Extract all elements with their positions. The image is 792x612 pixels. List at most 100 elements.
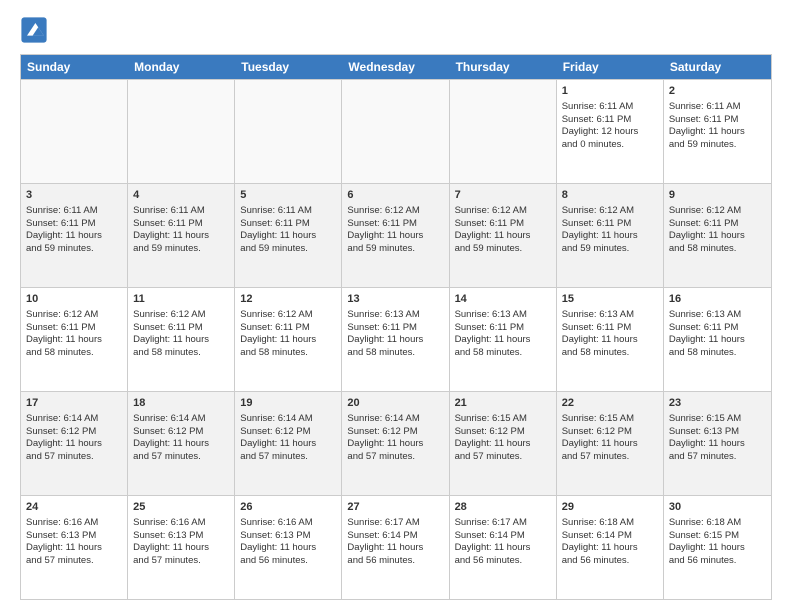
day-info-line: and 59 minutes.: [26, 243, 122, 256]
day-cell: 27Sunrise: 6:17 AMSunset: 6:14 PMDayligh…: [342, 496, 449, 599]
day-info-line: Sunset: 6:11 PM: [133, 322, 229, 335]
page: SundayMondayTuesdayWednesdayThursdayFrid…: [0, 0, 792, 612]
header-day-saturday: Saturday: [664, 55, 771, 79]
day-number: 25: [133, 500, 229, 515]
day-info-line: Daylight: 11 hours: [26, 230, 122, 243]
day-info-line: Sunrise: 6:13 AM: [347, 309, 443, 322]
day-cell: 5Sunrise: 6:11 AMSunset: 6:11 PMDaylight…: [235, 184, 342, 287]
day-info-line: and 58 minutes.: [133, 347, 229, 360]
day-info-line: Sunset: 6:11 PM: [669, 218, 766, 231]
day-info-line: Sunset: 6:11 PM: [240, 218, 336, 231]
header-day-wednesday: Wednesday: [342, 55, 449, 79]
day-info-line: Sunset: 6:11 PM: [669, 322, 766, 335]
day-info-line: Sunrise: 6:12 AM: [133, 309, 229, 322]
day-info-line: Sunset: 6:11 PM: [133, 218, 229, 231]
day-number: 5: [240, 188, 336, 203]
day-cell: 26Sunrise: 6:16 AMSunset: 6:13 PMDayligh…: [235, 496, 342, 599]
day-info-line: Sunrise: 6:16 AM: [26, 517, 122, 530]
day-number: 18: [133, 396, 229, 411]
day-info-line: and 56 minutes.: [347, 555, 443, 568]
day-cell: 4Sunrise: 6:11 AMSunset: 6:11 PMDaylight…: [128, 184, 235, 287]
day-info-line: Daylight: 11 hours: [669, 542, 766, 555]
day-info-line: Sunrise: 6:16 AM: [133, 517, 229, 530]
day-info-line: Daylight: 11 hours: [240, 438, 336, 451]
day-cell: 2Sunrise: 6:11 AMSunset: 6:11 PMDaylight…: [664, 80, 771, 183]
day-number: 27: [347, 500, 443, 515]
day-info-line: Sunrise: 6:12 AM: [562, 205, 658, 218]
day-info-line: Sunset: 6:14 PM: [455, 530, 551, 543]
day-info-line: Sunset: 6:11 PM: [562, 114, 658, 127]
day-info-line: and 56 minutes.: [562, 555, 658, 568]
day-cell: [21, 80, 128, 183]
day-number: 6: [347, 188, 443, 203]
day-cell: 28Sunrise: 6:17 AMSunset: 6:14 PMDayligh…: [450, 496, 557, 599]
day-info-line: Sunset: 6:11 PM: [26, 322, 122, 335]
day-info-line: Sunrise: 6:14 AM: [133, 413, 229, 426]
day-number: 8: [562, 188, 658, 203]
day-info-line: Sunset: 6:11 PM: [562, 322, 658, 335]
day-number: 26: [240, 500, 336, 515]
day-info-line: Sunrise: 6:12 AM: [26, 309, 122, 322]
day-cell: 16Sunrise: 6:13 AMSunset: 6:11 PMDayligh…: [664, 288, 771, 391]
day-info-line: Sunset: 6:11 PM: [26, 218, 122, 231]
day-info-line: Daylight: 11 hours: [347, 542, 443, 555]
day-info-line: and 57 minutes.: [455, 451, 551, 464]
day-info-line: Daylight: 11 hours: [133, 438, 229, 451]
day-info-line: Sunrise: 6:12 AM: [669, 205, 766, 218]
day-cell: [342, 80, 449, 183]
day-number: 2: [669, 84, 766, 99]
day-info-line: Sunset: 6:13 PM: [26, 530, 122, 543]
header-day-sunday: Sunday: [21, 55, 128, 79]
day-number: 4: [133, 188, 229, 203]
day-info-line: Sunset: 6:11 PM: [455, 218, 551, 231]
day-cell: 20Sunrise: 6:14 AMSunset: 6:12 PMDayligh…: [342, 392, 449, 495]
day-info-line: and 57 minutes.: [347, 451, 443, 464]
day-info-line: Sunset: 6:13 PM: [133, 530, 229, 543]
week-5: 24Sunrise: 6:16 AMSunset: 6:13 PMDayligh…: [21, 495, 771, 599]
day-info-line: Sunrise: 6:13 AM: [669, 309, 766, 322]
day-cell: 12Sunrise: 6:12 AMSunset: 6:11 PMDayligh…: [235, 288, 342, 391]
day-info-line: Sunset: 6:12 PM: [133, 426, 229, 439]
day-info-line: Sunset: 6:13 PM: [669, 426, 766, 439]
day-number: 19: [240, 396, 336, 411]
day-info-line: Sunrise: 6:13 AM: [455, 309, 551, 322]
day-info-line: and 57 minutes.: [240, 451, 336, 464]
day-cell: 23Sunrise: 6:15 AMSunset: 6:13 PMDayligh…: [664, 392, 771, 495]
day-info-line: and 59 minutes.: [455, 243, 551, 256]
header-day-thursday: Thursday: [450, 55, 557, 79]
day-cell: [128, 80, 235, 183]
day-info-line: Sunrise: 6:18 AM: [669, 517, 766, 530]
day-cell: [235, 80, 342, 183]
week-3: 10Sunrise: 6:12 AMSunset: 6:11 PMDayligh…: [21, 287, 771, 391]
calendar-header: SundayMondayTuesdayWednesdayThursdayFrid…: [21, 55, 771, 79]
logo: [20, 16, 52, 44]
day-info-line: and 59 minutes.: [562, 243, 658, 256]
day-info-line: Daylight: 11 hours: [26, 542, 122, 555]
day-number: 3: [26, 188, 122, 203]
day-info-line: and 57 minutes.: [133, 451, 229, 464]
logo-icon: [20, 16, 48, 44]
day-cell: 13Sunrise: 6:13 AMSunset: 6:11 PMDayligh…: [342, 288, 449, 391]
day-info-line: Sunset: 6:11 PM: [347, 322, 443, 335]
day-info-line: Sunrise: 6:11 AM: [669, 101, 766, 114]
day-info-line: Daylight: 11 hours: [562, 334, 658, 347]
day-info-line: and 56 minutes.: [240, 555, 336, 568]
day-cell: 3Sunrise: 6:11 AMSunset: 6:11 PMDaylight…: [21, 184, 128, 287]
day-cell: 6Sunrise: 6:12 AMSunset: 6:11 PMDaylight…: [342, 184, 449, 287]
day-number: 14: [455, 292, 551, 307]
day-cell: 21Sunrise: 6:15 AMSunset: 6:12 PMDayligh…: [450, 392, 557, 495]
day-cell: 10Sunrise: 6:12 AMSunset: 6:11 PMDayligh…: [21, 288, 128, 391]
day-info-line: and 58 minutes.: [455, 347, 551, 360]
day-info-line: and 0 minutes.: [562, 139, 658, 152]
day-info-line: Sunrise: 6:14 AM: [240, 413, 336, 426]
day-info-line: and 58 minutes.: [26, 347, 122, 360]
day-info-line: Sunrise: 6:11 AM: [133, 205, 229, 218]
day-info-line: and 59 minutes.: [133, 243, 229, 256]
day-info-line: and 57 minutes.: [26, 451, 122, 464]
header-day-tuesday: Tuesday: [235, 55, 342, 79]
day-number: 23: [669, 396, 766, 411]
day-info-line: Daylight: 11 hours: [240, 230, 336, 243]
day-info-line: Sunrise: 6:12 AM: [455, 205, 551, 218]
day-info-line: and 59 minutes.: [347, 243, 443, 256]
day-info-line: Sunrise: 6:15 AM: [669, 413, 766, 426]
